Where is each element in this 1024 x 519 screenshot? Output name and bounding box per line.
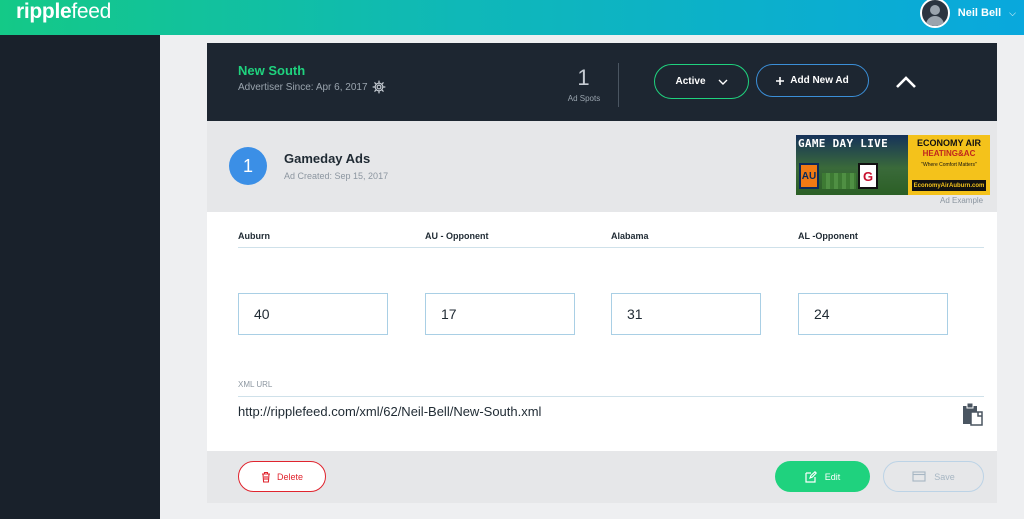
top-bar: ripplefeed Neil Bell ⌵ [0,0,1024,35]
add-new-ad-button[interactable]: Add New Ad [756,64,869,97]
score-label-alabama: Alabama [611,231,649,241]
user-name: Neil Bell [957,7,1002,19]
georgia-logo: G [858,163,878,189]
auburn-logo: AU [799,163,819,189]
xml-url-label: XML URL [238,380,273,389]
collapse-chevron-up-icon[interactable] [895,71,917,93]
status-dropdown-label: Active [675,76,706,87]
xml-divider [238,396,984,397]
sidebar [0,35,160,519]
ad-spots-count: 1 [577,65,590,90]
score-divider [238,247,984,248]
ad-created-date: Ad Created: Sep 15, 2017 [284,171,389,181]
sponsor-url: EconomyAirAuburn.com [912,180,986,191]
banner-sponsor-panel: ECONOMY AIR HEATING&AC "Where Comfort Ma… [908,135,990,195]
ad-example-caption: Ad Example [940,196,984,205]
add-new-ad-label: Add New Ad [790,75,849,86]
logo-bold: ripple [16,0,72,23]
au-opponent-score-input[interactable]: 17 [425,293,575,335]
gear-icon[interactable] [372,80,386,94]
save-icon [912,471,926,482]
stadium-field [822,173,856,189]
advertiser-since-text: Advertiser Since: Apr 6, 2017 [238,81,368,93]
ad-title: Gameday Ads [284,151,371,166]
advertiser-card: New South Advertiser Since: Apr 6, 2017 … [207,43,997,503]
user-menu[interactable]: Neil Bell ⌵ [919,0,1016,28]
advertiser-header: New South Advertiser Since: Apr 6, 2017 … [207,43,997,121]
status-dropdown[interactable]: Active [654,64,749,99]
header-divider [618,63,619,107]
plus-icon [776,76,785,85]
sponsor-title: ECONOMY AIR [916,138,981,148]
delete-button[interactable]: Delete [238,461,326,492]
score-label-al-opponent: AL -Opponent [798,231,858,241]
ad-number-badge: 1 [229,147,267,185]
sponsor-tagline: "Where Comfort Matters" [921,162,977,168]
edit-button[interactable]: Edit [775,461,870,492]
al-opponent-score-input[interactable]: 24 [798,293,948,335]
score-label-au-opponent: AU - Opponent [425,231,489,241]
sponsor-subtitle: HEATING&AC [922,149,976,158]
clipboard-icon[interactable] [960,401,986,427]
edit-icon [805,470,817,483]
delete-label: Delete [276,471,303,482]
banner-gameday-panel: GAME DAY LIVE AU G [796,135,908,195]
chevron-down-icon [718,79,727,85]
trash-icon [261,471,270,483]
advertiser-since: Advertiser Since: Apr 6, 2017 [238,80,386,94]
banner-left-title: GAME DAY LIVE [798,137,888,150]
ad-summary-row: 1 Gameday Ads Ad Created: Sep 15, 2017 G… [207,121,997,212]
avatar[interactable] [919,0,950,28]
save-button[interactable]: Save [883,461,984,492]
save-label: Save [934,471,955,482]
app-logo[interactable]: ripplefeed [16,0,111,24]
alabama-score-input[interactable]: 31 [611,293,761,335]
score-label-auburn: Auburn [238,231,270,241]
ad-example-banner: GAME DAY LIVE AU G ECONOMY AIR HEATING&A… [796,135,990,195]
edit-label: Edit [824,471,841,482]
auburn-score-input[interactable]: 40 [238,293,388,335]
xml-url-value[interactable]: http://ripplefeed.com/xml/62/Neil-Bell/N… [238,404,541,419]
logo-light: feed [71,0,112,23]
chevron-down-icon[interactable]: ⌵ [1009,8,1016,19]
card-footer: Delete Edit Save [207,451,997,503]
advertiser-name: New South [238,63,306,78]
ad-spots-label: Ad Spots [567,94,601,103]
